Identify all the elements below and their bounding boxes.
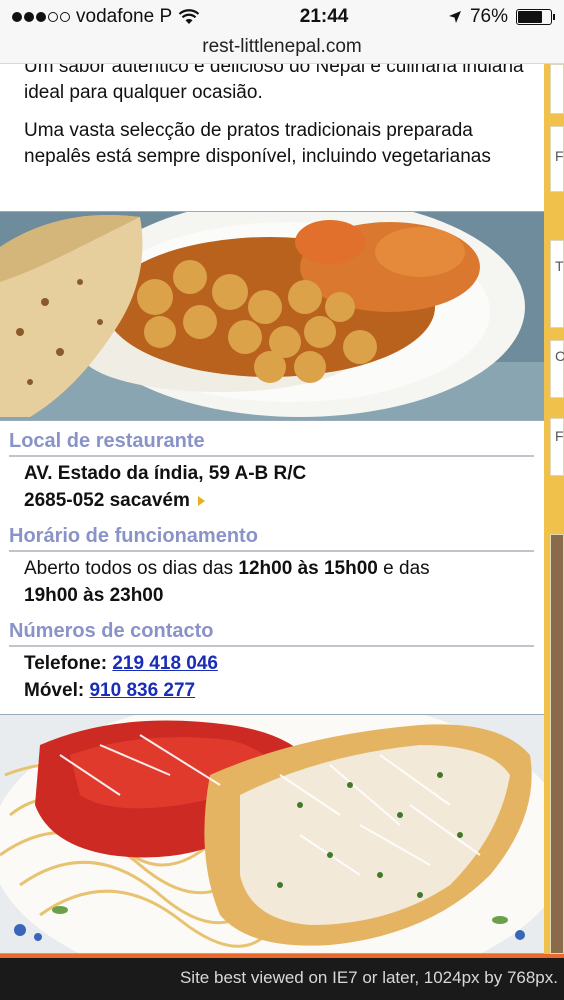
hours-prefix: Aberto todos os dias das: [24, 558, 239, 579]
battery-level: [518, 11, 543, 23]
signal-dot: [36, 12, 46, 22]
address-line-1: AV. Estado da índia, 59 A-B R/C: [24, 463, 307, 484]
intro-paragraph-2: Uma vasta selecção de pratos tradicionai…: [24, 120, 491, 167]
signal-strength-icon: [12, 12, 70, 22]
footer-text: Site best viewed on IE7 or later, 1024px…: [179, 968, 558, 987]
hours-lunch: 12h00 às 15h00: [238, 558, 378, 579]
signal-dot: [60, 12, 70, 22]
location-section: Local de restaurante AV. Estado da índia…: [9, 428, 534, 514]
pasta-dish-photo: [0, 714, 544, 954]
right-sidebar: F T C F: [544, 64, 564, 954]
mobile-link[interactable]: 910 836 277: [89, 680, 195, 701]
mobile-row: Móvel: 910 836 277: [24, 677, 534, 704]
status-left: vodafone P: [12, 6, 200, 28]
intro-text: Um sabor autêntico e delicioso do Nepal …: [24, 64, 534, 182]
carrier-name: vodafone P: [76, 6, 173, 27]
phone-label: Telefone:: [24, 653, 108, 674]
signal-dot: [24, 12, 34, 22]
hours-dinner: 19h00 às 23h00: [24, 585, 164, 606]
location-arrow-icon: [448, 11, 461, 23]
sidebar-letter: C: [555, 348, 564, 364]
battery-icon: [516, 9, 555, 25]
address-line-2-row: 2685-052 sacavém: [24, 487, 534, 514]
clock: 21:44: [299, 6, 349, 27]
battery-percent: 76%: [469, 6, 508, 27]
mobile-label: Móvel:: [24, 680, 85, 701]
status-bar: vodafone P 21:44 76%: [0, 0, 564, 34]
signal-dot: [48, 12, 58, 22]
wifi-icon: [178, 9, 200, 24]
address-line-2: 2685-052 sacavém: [24, 490, 190, 511]
url-text[interactable]: rest-littlenepal.com: [202, 36, 361, 57]
map-arrow-icon[interactable]: [197, 495, 205, 506]
web-page[interactable]: Um sabor autêntico e delicioso do Nepal …: [0, 64, 564, 954]
location-address: AV. Estado da índia, 59 A-B R/C 2685-052…: [9, 457, 534, 514]
sidebar-letter: F: [555, 428, 564, 444]
sidebar-letter: T: [555, 258, 564, 274]
intro-paragraph-1: Um sabor autêntico e delicioso do Nepal …: [24, 64, 524, 103]
contact-section: Números de contacto Telefone: 219 418 04…: [9, 618, 534, 704]
hours-text: Aberto todos os dias das 12h00 às 15h00 …: [9, 552, 534, 609]
sidebar-card: [550, 64, 564, 114]
location-heading: Local de restaurante: [9, 428, 534, 457]
hours-mid: e das: [377, 558, 430, 579]
curry-dish-photo: [0, 211, 544, 421]
page-footer: Site best viewed on IE7 or later, 1024px…: [0, 954, 564, 1000]
status-right: 76%: [448, 6, 555, 28]
sidebar-card: [550, 240, 564, 328]
hours-section: Horário de funcionamento Aberto todos os…: [9, 523, 534, 609]
sidebar-letter: F: [555, 148, 564, 164]
hours-heading: Horário de funcionamento: [9, 523, 534, 552]
contact-heading: Números de contacto: [9, 618, 534, 647]
phone-link[interactable]: 219 418 046: [112, 653, 218, 674]
sidebar-card: [550, 418, 564, 476]
phone-row: Telefone: 219 418 046: [24, 650, 534, 677]
main-content: Um sabor autêntico e delicioso do Nepal …: [0, 64, 544, 954]
sidebar-card: [550, 534, 564, 954]
address-bar[interactable]: rest-littlenepal.com: [0, 34, 564, 64]
signal-dot: [12, 12, 22, 22]
contact-numbers: Telefone: 219 418 046 Móvel: 910 836 277: [9, 647, 534, 704]
